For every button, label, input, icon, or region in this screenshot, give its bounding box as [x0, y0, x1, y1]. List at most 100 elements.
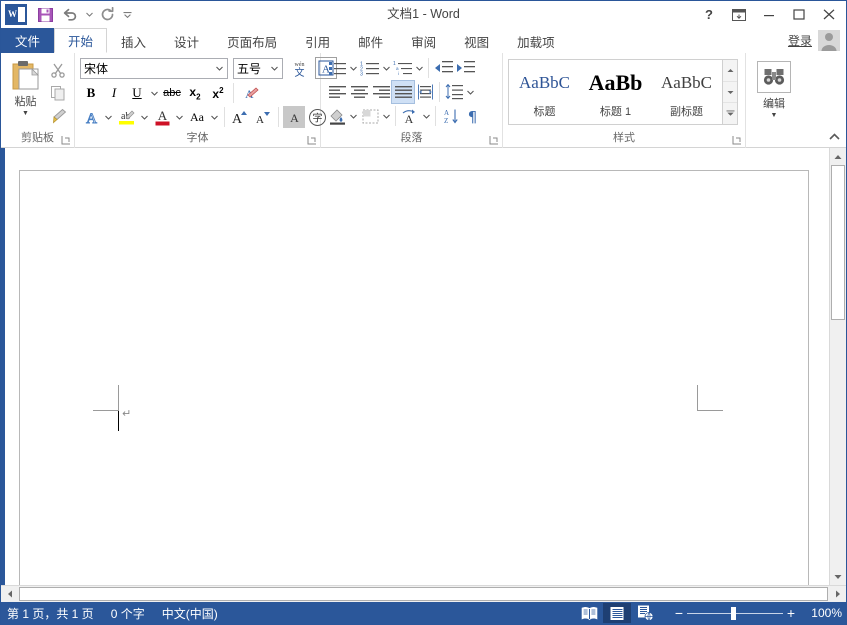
horizontal-scroll-thumb[interactable] — [19, 587, 828, 601]
justify-button[interactable] — [391, 80, 415, 104]
bullets-button[interactable] — [326, 57, 348, 79]
bullets-dropdown-icon[interactable] — [348, 57, 359, 79]
numbering-dropdown-icon[interactable] — [381, 57, 392, 79]
view-web-layout[interactable] — [631, 603, 659, 623]
sort-button[interactable]: A Z — [439, 105, 461, 127]
undo-icon[interactable] — [58, 3, 82, 26]
text-effects-dropdown-icon[interactable] — [103, 106, 114, 128]
tab-home[interactable]: 开始 — [54, 28, 108, 53]
style-item-title[interactable]: AaBbC 标题 — [509, 60, 580, 124]
font-name-combo[interactable]: 宋体 — [80, 57, 228, 79]
help-button[interactable]: ? — [694, 2, 724, 28]
font-size-combo[interactable]: 五号 — [233, 57, 283, 79]
borders-dropdown-icon[interactable] — [381, 105, 392, 127]
font-name-dropdown-icon[interactable] — [212, 66, 227, 71]
zoom-slider[interactable] — [687, 606, 783, 620]
asian-layout-button[interactable]: A — [399, 105, 421, 127]
change-case-button[interactable]: Aa — [186, 106, 208, 128]
editing-button[interactable]: 编辑 ▼ — [751, 59, 797, 119]
show-marks-button[interactable]: ¶ — [461, 105, 483, 127]
format-painter-button[interactable] — [47, 105, 69, 126]
underline-button[interactable]: U — [126, 82, 148, 104]
view-read-mode[interactable] — [575, 603, 603, 623]
style-item-heading1[interactable]: AaBb 标题 1 — [580, 60, 651, 124]
highlight-button[interactable]: ab — [115, 106, 138, 128]
redo-icon[interactable] — [96, 3, 120, 26]
increase-indent-button[interactable] — [454, 57, 476, 79]
style-item-subtitle[interactable]: AaBbC 副标题 — [651, 60, 722, 124]
subscript-button[interactable]: x2 — [184, 82, 206, 104]
tab-references[interactable]: 引用 — [291, 28, 344, 53]
collapse-ribbon-button[interactable] — [826, 129, 842, 145]
zoom-level[interactable]: 100% — [808, 606, 842, 620]
zoom-slider-handle[interactable] — [731, 606, 736, 620]
distributed-align-button[interactable] — [414, 81, 436, 103]
tab-insert[interactable]: 插入 — [107, 28, 160, 53]
copy-button[interactable] — [47, 82, 69, 103]
avatar[interactable] — [818, 30, 840, 51]
clipboard-dialog-launcher[interactable] — [60, 135, 71, 146]
font-dialog-launcher[interactable] — [306, 135, 317, 146]
tab-mailings[interactable]: 邮件 — [344, 28, 397, 53]
borders-button[interactable] — [359, 105, 381, 127]
scroll-down-icon[interactable] — [830, 568, 846, 585]
shading-button[interactable] — [326, 105, 348, 127]
document-area[interactable]: ↵ — [1, 148, 829, 585]
paragraph-dialog-launcher[interactable] — [488, 135, 499, 146]
save-icon[interactable] — [33, 3, 57, 26]
document-page[interactable] — [19, 170, 809, 585]
vertical-scroll-thumb[interactable] — [831, 165, 845, 320]
undo-dropdown-icon[interactable] — [83, 3, 95, 26]
text-effects-button[interactable]: A — [80, 106, 102, 128]
qat-customize-icon[interactable] — [121, 3, 133, 26]
signin-link[interactable]: 登录 — [788, 32, 812, 49]
minimize-button[interactable] — [754, 2, 784, 28]
editing-dropdown-icon[interactable]: ▼ — [771, 112, 778, 119]
language-indicator[interactable]: 中文(中国) — [162, 605, 227, 622]
phonetic-guide-button[interactable]: wén 文 — [288, 57, 311, 79]
tab-addins[interactable]: 加载项 — [503, 28, 569, 53]
styles-scroll-down-icon[interactable] — [723, 81, 737, 104]
horizontal-scrollbar[interactable] — [1, 585, 846, 602]
font-color-dropdown-icon[interactable] — [174, 106, 185, 128]
view-print-layout[interactable] — [603, 603, 631, 623]
highlight-dropdown-icon[interactable] — [139, 106, 150, 128]
multilevel-list-dropdown-icon[interactable] — [414, 57, 425, 79]
tab-page-layout[interactable]: 页面布局 — [213, 28, 291, 53]
zoom-in-button[interactable]: + — [783, 606, 799, 620]
styles-scroll-up-icon[interactable] — [723, 60, 737, 82]
font-color-button[interactable]: A — [151, 106, 173, 128]
page-indicator[interactable]: 第 1 页，共 1 页 — [7, 605, 103, 622]
grow-font-button[interactable]: A — [229, 106, 251, 128]
align-right-button[interactable] — [370, 81, 392, 103]
clear-formatting-button[interactable]: A — [238, 82, 261, 104]
underline-dropdown-icon[interactable] — [149, 82, 160, 104]
tab-file[interactable]: 文件 — [1, 28, 55, 53]
tab-review[interactable]: 审阅 — [397, 28, 450, 53]
asian-layout-dropdown-icon[interactable] — [421, 105, 432, 127]
multilevel-list-button[interactable]: 1 a i — [392, 57, 414, 79]
ribbon-options-icon[interactable] — [724, 2, 754, 28]
decrease-indent-button[interactable] — [432, 57, 454, 79]
maximize-button[interactable] — [784, 2, 814, 28]
align-left-button[interactable] — [326, 81, 348, 103]
scroll-right-icon[interactable] — [829, 586, 846, 602]
bold-button[interactable]: B — [80, 82, 102, 104]
scroll-left-icon[interactable] — [1, 586, 18, 602]
close-button[interactable] — [814, 2, 844, 28]
line-spacing-button[interactable] — [443, 81, 465, 103]
shading-dropdown-icon[interactable] — [348, 105, 359, 127]
paste-dropdown-icon[interactable]: ▼ — [22, 110, 29, 117]
line-spacing-dropdown-icon[interactable] — [465, 81, 476, 103]
font-size-dropdown-icon[interactable] — [267, 66, 282, 71]
tab-design[interactable]: 设计 — [160, 28, 213, 53]
styles-more-icon[interactable] — [723, 103, 737, 125]
italic-button[interactable]: I — [103, 82, 125, 104]
superscript-button[interactable]: x2 — [207, 82, 229, 104]
shrink-font-button[interactable]: A — [252, 106, 274, 128]
styles-dialog-launcher[interactable] — [731, 135, 742, 146]
change-case-dropdown-icon[interactable] — [209, 106, 220, 128]
paste-button[interactable]: 粘贴 ▼ — [6, 57, 45, 117]
strikethrough-button[interactable]: abc — [161, 82, 183, 104]
char-shading-button[interactable]: A — [283, 106, 305, 128]
